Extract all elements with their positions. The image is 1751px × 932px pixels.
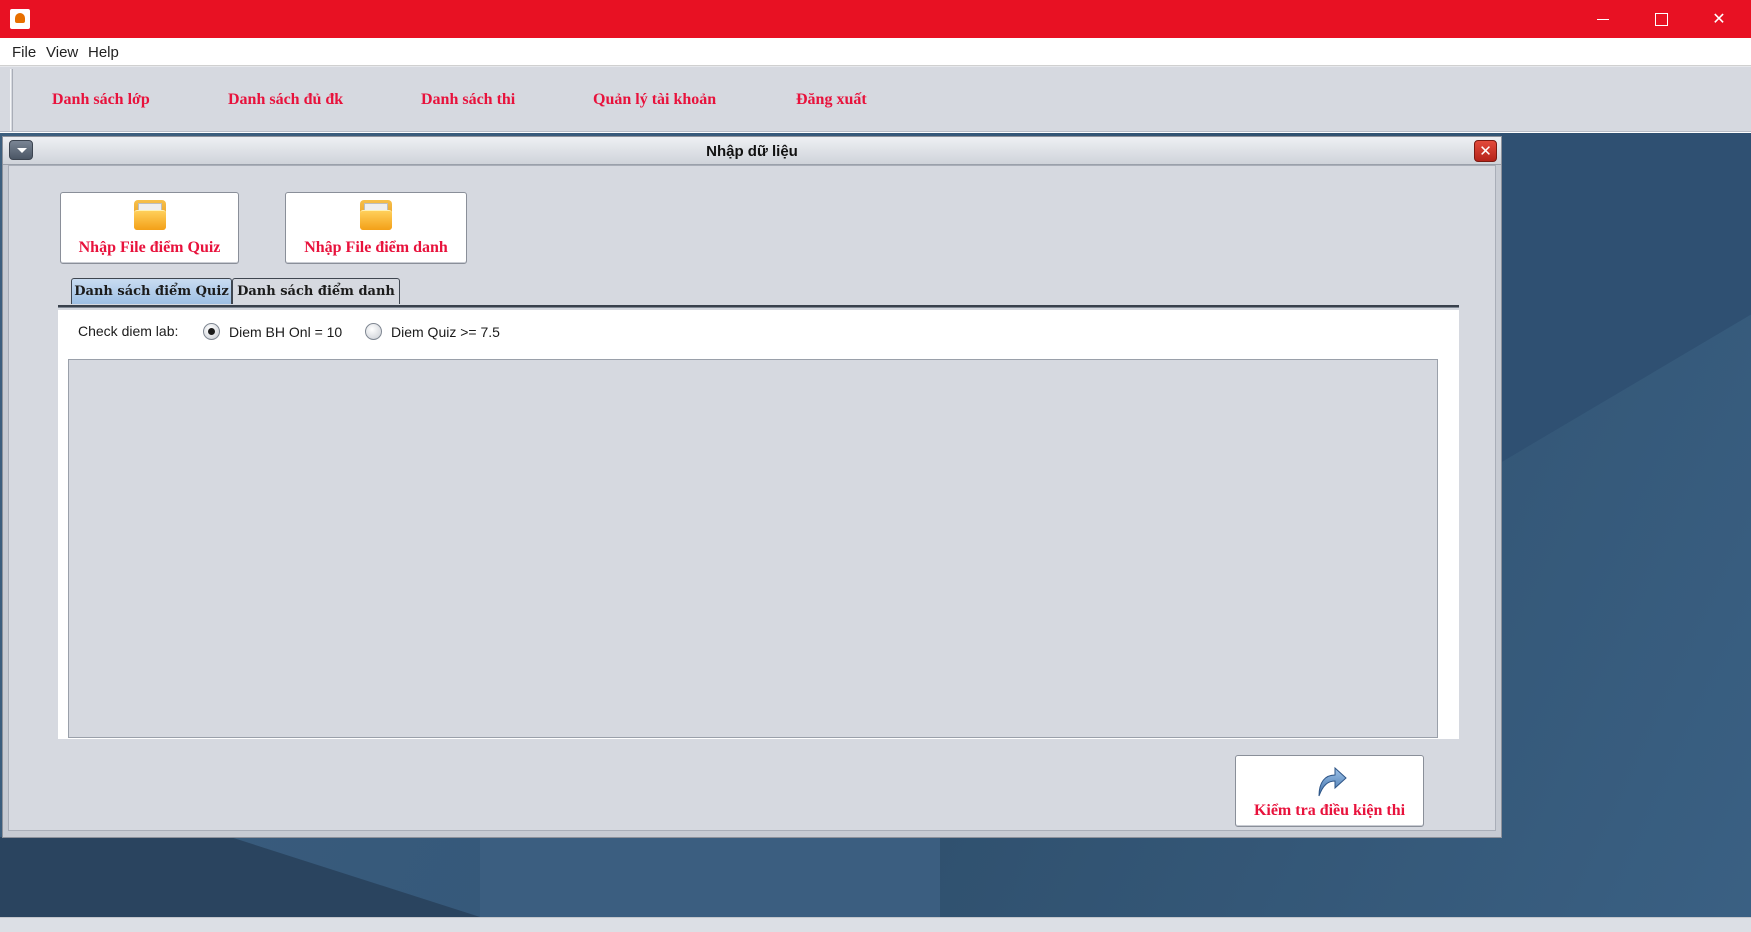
nav-account-management[interactable]: Quản lý tài khoản xyxy=(593,91,716,109)
tab-attendance[interactable]: Danh sách điểm danh xyxy=(232,278,400,304)
close-window-button[interactable]: ✕ xyxy=(1690,0,1748,38)
dialog-title-bar[interactable]: Nhập dữ liệu ✕ xyxy=(3,137,1501,165)
menu-bar: File View Help xyxy=(0,38,1751,66)
nav-class-list[interactable]: Danh sách lớp xyxy=(52,91,150,109)
radio-quiz-score[interactable] xyxy=(365,323,382,340)
maximize-button[interactable] xyxy=(1632,0,1690,38)
toolbar-grip[interactable] xyxy=(10,69,13,131)
title-bar: ✕ xyxy=(0,0,1751,38)
import-attendance-button[interactable]: Nhập File điểm danh xyxy=(285,192,467,264)
scores-table[interactable] xyxy=(68,359,1438,738)
app-window: ✕ File View Help Danh sách lớp Danh sách… xyxy=(0,0,1751,932)
radio-quiz-score-label[interactable]: Diem Quiz >= 7.5 xyxy=(391,324,500,340)
nav-logout[interactable]: Đăng xuất xyxy=(796,91,867,109)
forward-arrow-icon xyxy=(1318,766,1347,797)
radio-bh-onl-label[interactable]: Diem BH Onl = 10 xyxy=(229,324,342,340)
minimize-button[interactable] xyxy=(1574,0,1632,38)
tab-divider xyxy=(58,305,1459,308)
dialog-title: Nhập dữ liệu xyxy=(706,143,798,160)
dialog-close-button[interactable]: ✕ xyxy=(1474,140,1497,162)
status-strip xyxy=(0,917,1751,932)
tab-quiz-scores[interactable]: Danh sách điểm Quiz xyxy=(71,278,232,304)
check-conditions-label: Kiểm tra điều kiện thi xyxy=(1253,802,1406,819)
desktop-decoration xyxy=(1500,133,1751,463)
import-attendance-label: Nhập File điểm danh xyxy=(304,239,448,256)
import-quiz-button[interactable]: Nhập File điểm Quiz xyxy=(60,192,239,264)
nav-exam-list[interactable]: Danh sách thi xyxy=(421,91,515,109)
desktop-decoration xyxy=(480,837,940,917)
menu-view[interactable]: View xyxy=(46,44,78,61)
menu-help[interactable]: Help xyxy=(88,44,119,61)
desktop-decoration xyxy=(0,837,480,917)
check-lab-label: Check diem lab: xyxy=(78,323,179,339)
folder-icon xyxy=(359,197,393,231)
check-conditions-button[interactable]: Kiểm tra điều kiện thi xyxy=(1235,755,1424,827)
java-icon xyxy=(10,9,30,29)
quiz-scores-panel: Check diem lab: Diem BH Onl = 10 Diem Qu… xyxy=(58,310,1459,739)
radio-bh-onl[interactable] xyxy=(203,323,220,340)
nav-toolbar: Danh sách lớp Danh sách đủ đk Danh sách … xyxy=(0,66,1751,132)
nav-eligible-list[interactable]: Danh sách đủ đk xyxy=(228,91,343,109)
menu-file[interactable]: File xyxy=(12,44,36,61)
import-quiz-label: Nhập File điểm Quiz xyxy=(78,239,221,256)
folder-icon xyxy=(133,197,167,231)
